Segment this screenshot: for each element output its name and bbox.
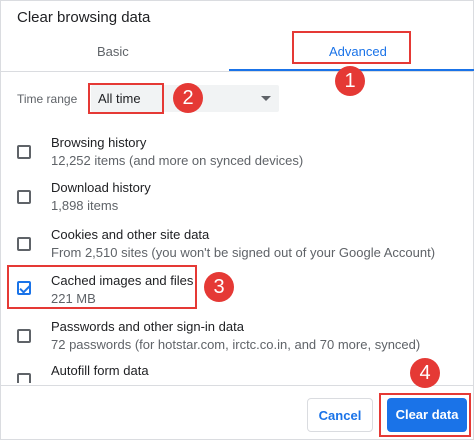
tabs-divider [1,71,474,72]
item-subtitle: 1,898 items [51,198,119,213]
step-badge-3: 3 [204,272,234,302]
tab-basic[interactable]: Basic [97,44,129,59]
annotation-box-cached [7,265,197,309]
checkbox-download-history[interactable] [17,190,31,204]
step-badge-4: 4 [410,358,440,388]
list-item-passwords[interactable]: Passwords and other sign-in data 72 pass… [1,315,474,361]
item-subtitle: 72 passwords (for hotstar.com, irctc.co.… [51,337,421,352]
item-title: Cookies and other site data [51,227,210,242]
item-title: Download history [51,180,151,195]
checkbox-browsing-history[interactable] [17,145,31,159]
annotation-box-time-range [88,83,164,114]
annotation-box-advanced [292,31,411,64]
item-title: Passwords and other sign-in data [51,319,244,334]
item-subtitle: From 2,510 sites (you won't be signed ou… [51,245,436,260]
checkbox-autofill[interactable] [17,373,31,383]
item-subtitle: 12,252 items (and more on synced devices… [51,153,304,168]
list-item-autofill[interactable]: Autofill form data [1,359,474,383]
item-title: Autofill form data [51,363,149,378]
chevron-down-icon [261,96,271,101]
cancel-button[interactable]: Cancel [307,398,373,432]
step-badge-2: 2 [173,83,203,113]
step-badge-1: 1 [335,66,365,96]
clear-browsing-data-dialog: Clear browsing data Basic Advanced Time … [0,0,474,440]
list-item-browsing-history[interactable]: Browsing history 12,252 items (and more … [1,131,474,177]
checkbox-passwords[interactable] [17,329,31,343]
annotation-box-clear-data [379,393,471,437]
footer-divider [1,385,474,386]
checkbox-cookies[interactable] [17,237,31,251]
list-item-cookies[interactable]: Cookies and other site data From 2,510 s… [1,223,474,269]
list-item-download-history[interactable]: Download history 1,898 items [1,176,474,222]
item-title: Browsing history [51,135,147,150]
time-range-label: Time range [17,92,78,106]
dialog-title: Clear browsing data [17,9,151,26]
